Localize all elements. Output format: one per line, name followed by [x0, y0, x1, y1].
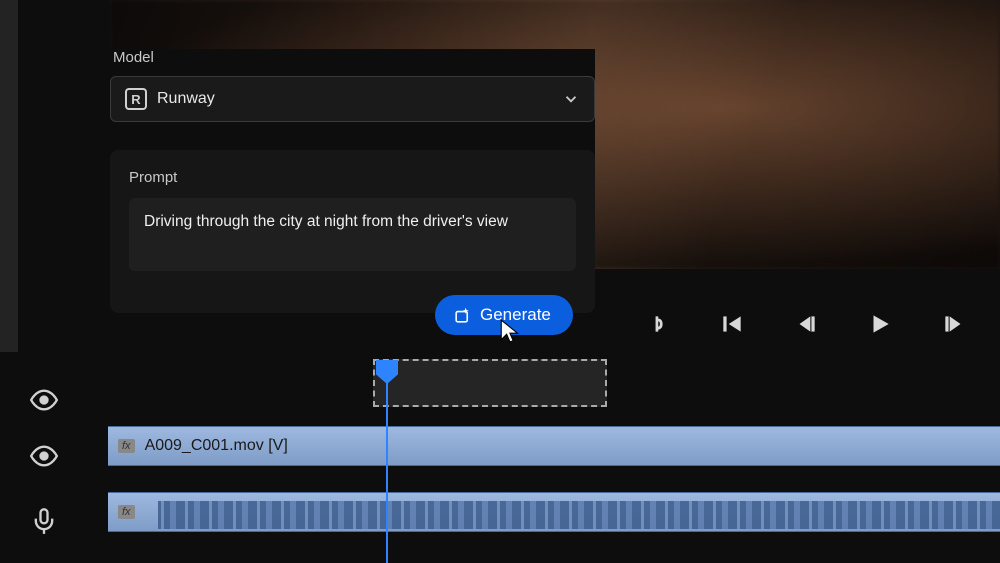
audio-waveform: [158, 501, 1000, 529]
play-button[interactable]: [867, 311, 893, 337]
model-selected-value: Runway: [157, 90, 552, 108]
go-to-in-button[interactable]: [719, 311, 745, 337]
step-back-button[interactable]: [793, 311, 819, 337]
playback-controls: [600, 300, 1000, 348]
microphone-icon[interactable]: [30, 507, 58, 535]
model-field-label: Model: [110, 49, 595, 66]
prompt-card: Prompt Driving through the city at night…: [110, 150, 595, 313]
placeholder-clip[interactable]: [373, 359, 607, 407]
track-header-column: [0, 352, 80, 563]
timeline[interactable]: fx A009_C001.mov [V] fx: [0, 352, 1000, 563]
track-visibility-icon[interactable]: [30, 442, 58, 470]
track-visibility-icon[interactable]: [30, 386, 58, 414]
fx-badge-icon: fx: [118, 505, 135, 519]
audio-clip[interactable]: fx: [108, 492, 1000, 532]
step-forward-button[interactable]: [941, 311, 967, 337]
video-clip[interactable]: fx A009_C001.mov [V]: [108, 426, 1000, 466]
cursor-icon: [498, 318, 524, 344]
model-select-dropdown[interactable]: R Runway: [110, 76, 595, 122]
generate-sparkle-icon: [453, 306, 472, 325]
playhead[interactable]: [386, 360, 388, 563]
generative-ai-panel: Model R Runway Prompt Driving through th…: [110, 49, 595, 313]
playhead-line: [386, 360, 388, 563]
fx-badge-icon: fx: [118, 439, 135, 453]
chevron-down-icon: [562, 90, 580, 108]
mark-in-button[interactable]: [645, 311, 671, 337]
prompt-text-input[interactable]: Driving through the city at night from t…: [129, 198, 576, 271]
runway-logo-icon: R: [125, 88, 147, 110]
clip-label: A009_C001.mov [V]: [145, 437, 288, 455]
prompt-field-label: Prompt: [129, 169, 576, 186]
